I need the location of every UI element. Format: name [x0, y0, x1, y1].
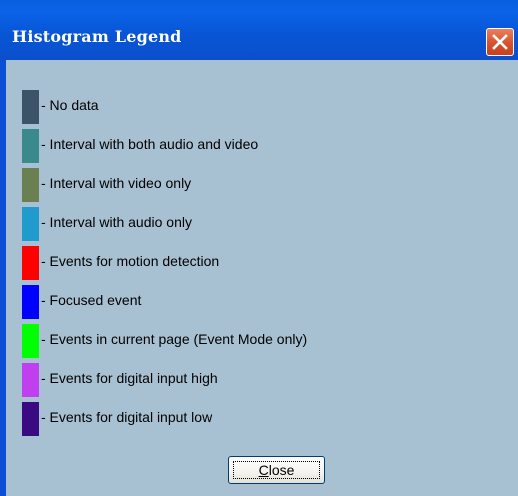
close-button-label-rest: lose: [268, 462, 295, 478]
histogram-legend-window: Histogram Legend - No data - Interval wi…: [0, 0, 518, 496]
legend-swatch: [22, 90, 39, 124]
close-button-label: Close: [229, 462, 324, 478]
legend-swatch: [22, 207, 39, 241]
legend-label: - Interval with audio only: [41, 214, 192, 230]
close-icon: [492, 34, 508, 50]
legend-swatch: [22, 402, 39, 436]
legend-swatch: [22, 324, 39, 358]
title-close-button[interactable]: [486, 28, 514, 56]
legend-label: - Events in current page (Event Mode onl…: [41, 331, 308, 347]
legend-label: - Interval with both audio and video: [41, 136, 259, 152]
legend-swatch: [22, 285, 39, 319]
legend-label: - Events for digital input high: [41, 370, 218, 386]
legend-label: - Focused event: [41, 292, 142, 308]
legend-label: - No data: [41, 97, 99, 113]
close-button-mnemonic: C: [258, 462, 269, 478]
legend-label: - Interval with video only: [41, 175, 192, 191]
legend-swatch: [22, 363, 39, 397]
legend-swatch: [22, 246, 39, 280]
close-button[interactable]: Close: [228, 456, 325, 484]
window-title: Histogram Legend: [12, 27, 182, 46]
legend-swatch: [22, 129, 39, 163]
legend-panel: - No data - Interval with both audio and…: [6, 60, 518, 496]
legend-label: - Events for digital input low: [41, 409, 213, 425]
title-bar[interactable]: Histogram Legend: [0, 0, 518, 60]
legend-label: - Events for motion detection: [41, 253, 220, 269]
legend-swatch: [22, 168, 39, 202]
